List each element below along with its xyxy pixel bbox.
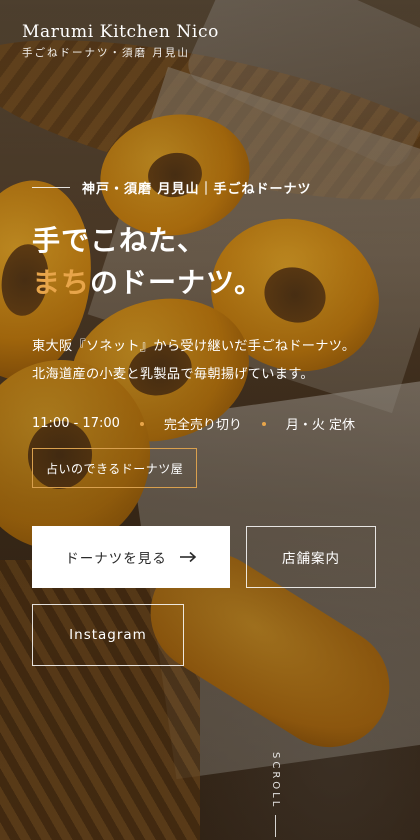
fortune-tag-badge: 占いのできるドーナツ屋 <box>32 448 198 488</box>
scroll-indicator[interactable]: SCROLL <box>270 752 281 838</box>
headline-line1: 手でこねた、 <box>32 224 207 257</box>
arrow-right-icon <box>179 551 197 563</box>
hero-description: 東大阪『ソネット』から受け継いだ手ごねドーナツ。 北海道産の小麦と乳製品で毎朝揚… <box>32 333 355 389</box>
separator-dot <box>139 421 144 426</box>
brand-logo[interactable]: Marumi Kitchen Nico <box>22 22 219 42</box>
view-donuts-label: ドーナツを見る <box>65 551 167 567</box>
description-line2: 北海道産の小麦と乳製品で毎朝揚げています。 <box>32 367 314 382</box>
headline-accent: まち <box>32 266 91 299</box>
business-hours: 11:00 - 17:00 <box>32 416 120 431</box>
instagram-button[interactable]: Instagram <box>32 604 184 666</box>
store-info-row: 11:00 - 17:00 完全売り切り 月・火 定休 <box>32 414 355 433</box>
hero-headline: 手でこねた、 まちのドーナツ。 <box>32 220 263 304</box>
eyebrow-text: 神戸・須磨 月見山｜手ごねドーナツ <box>82 182 312 197</box>
brand-subtitle: 手ごねドーナツ・須磨 月見山 <box>22 47 190 59</box>
site-header: Marumi Kitchen Nico 手ごねドーナツ・須磨 月見山 <box>22 22 219 60</box>
headline-rest: のドーナツ。 <box>90 266 264 299</box>
scroll-label: SCROLL <box>270 752 281 810</box>
closed-days: 月・火 定休 <box>285 418 356 433</box>
sellout-note: 完全売り切り <box>163 418 242 433</box>
separator-dot <box>261 421 266 426</box>
view-donuts-button[interactable]: ドーナツを見る <box>32 526 230 588</box>
eyebrow-divider <box>32 187 70 188</box>
hero-eyebrow: 神戸・須磨 月見山｜手ごねドーナツ <box>32 178 312 197</box>
scroll-line <box>275 815 276 838</box>
store-info-button[interactable]: 店舗案内 <box>246 526 376 588</box>
description-line1: 東大阪『ソネット』から受け継いだ手ごねドーナツ。 <box>32 339 356 354</box>
